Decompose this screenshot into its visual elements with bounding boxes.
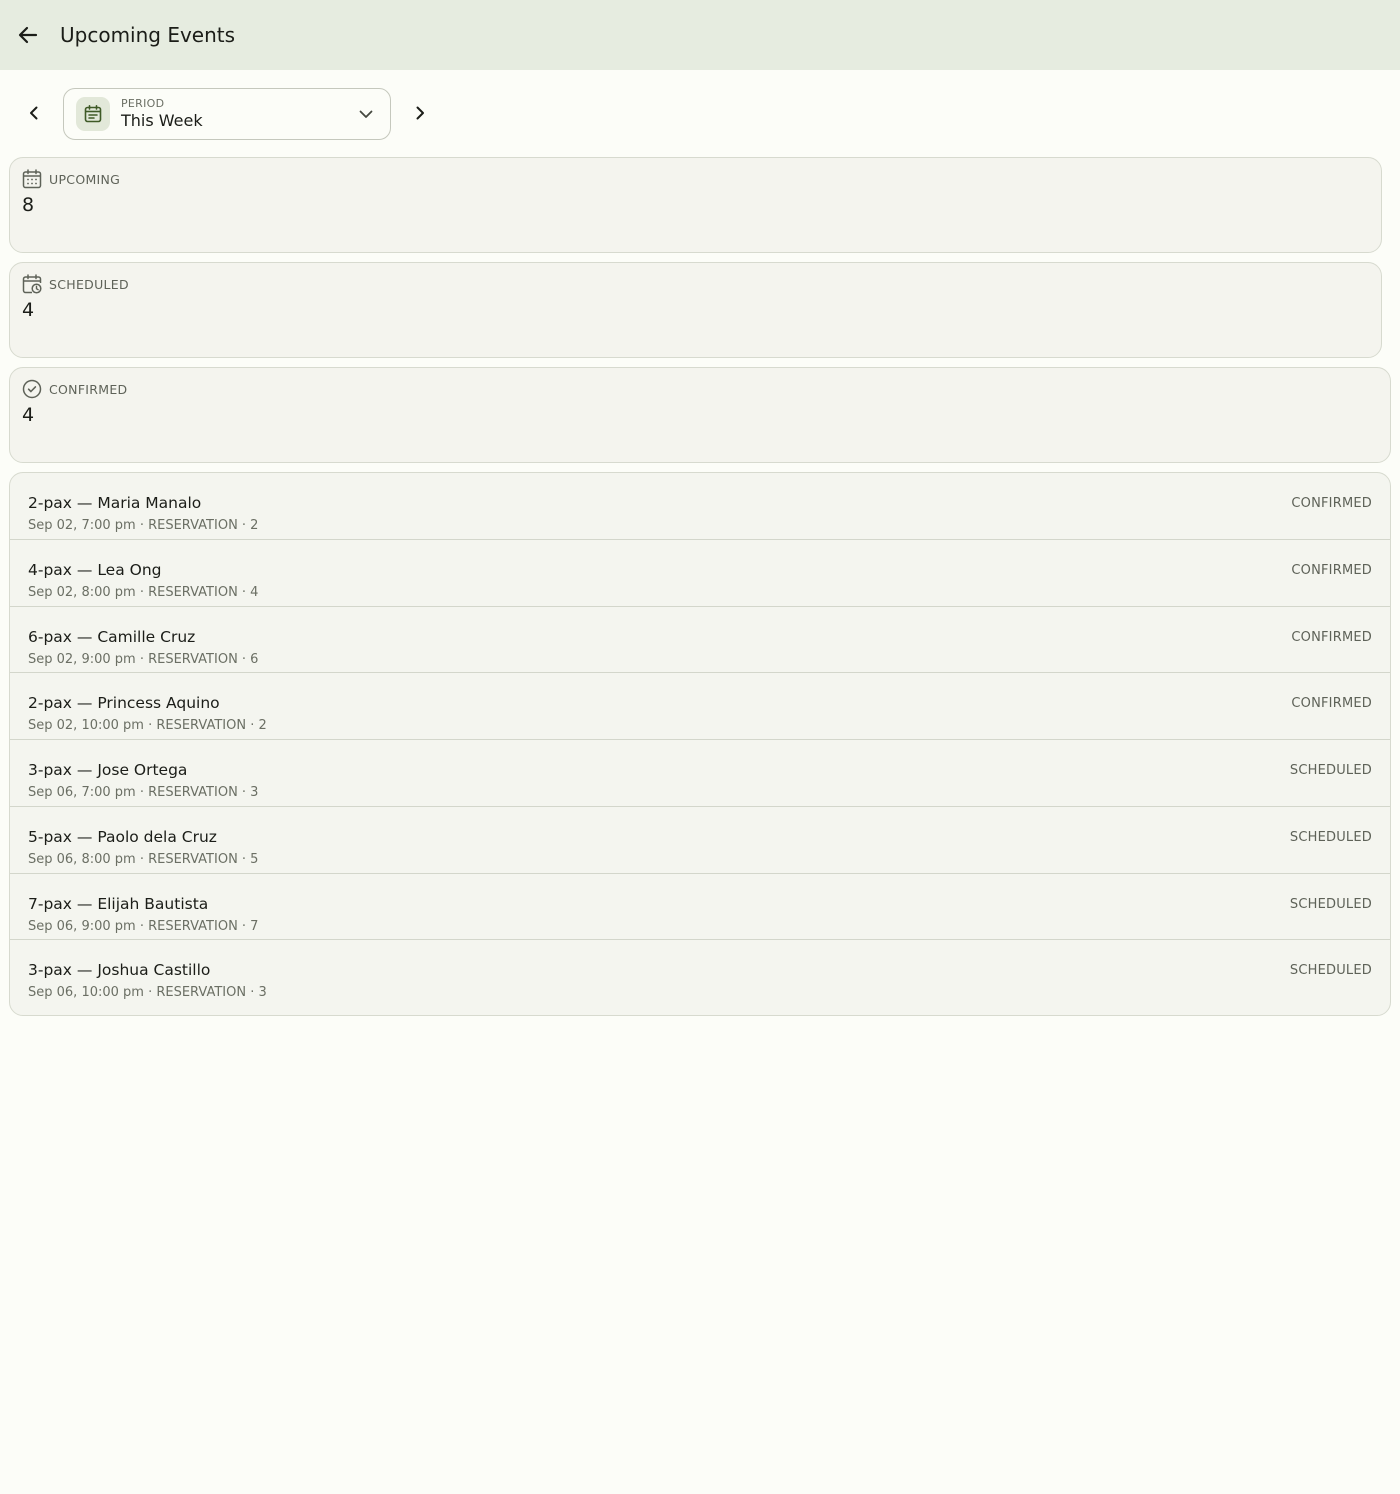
period-label: PERIOD	[121, 97, 165, 110]
event-subtitle: Sep 02, 9:00 pm · RESERVATION · 6	[28, 651, 259, 667]
event-subtitle: Sep 02, 10:00 pm · RESERVATION · 2	[28, 718, 267, 734]
event-title: 7-pax — Elijah Bautista	[28, 894, 209, 913]
events-list: 2-pax — Maria Manalo Sep 02, 7:00 pm · R…	[9, 472, 1391, 1017]
period-selector-row: PERIOD This Week	[0, 70, 1400, 158]
next-period-button[interactable]	[402, 88, 438, 138]
event-subtitle: Sep 06, 8:00 pm · RESERVATION · 5	[28, 851, 259, 867]
previous-period-button[interactable]	[16, 88, 52, 138]
stat-card-upcoming: UPCOMING 8	[9, 157, 1382, 253]
stat-card-scheduled: SCHEDULED 4	[9, 262, 1382, 358]
event-subtitle: Sep 02, 7:00 pm · RESERVATION · 2	[28, 518, 259, 533]
period-value: This Week	[121, 111, 203, 130]
chevron-right-icon	[416, 106, 424, 120]
stat-value: 8	[22, 194, 35, 216]
event-row[interactable]: 2-pax — Princess Aquino Sep 02, 10:00 pm…	[10, 673, 1390, 740]
arrow-left-icon	[18, 26, 38, 44]
app-bar: Upcoming Events	[0, 0, 1400, 70]
event-row[interactable]: 4-pax — Lea Ong Sep 02, 8:00 pm · RESERV…	[10, 540, 1390, 607]
status-badge: CONFIRMED	[1291, 562, 1372, 578]
event-subtitle: Sep 06, 9:00 pm · RESERVATION · 7	[28, 918, 259, 934]
stat-value: 4	[22, 299, 35, 321]
check-circle-icon	[22, 379, 42, 399]
event-row[interactable]: 3-pax — Jose Ortega Sep 06, 7:00 pm · RE…	[10, 740, 1390, 807]
status-badge: CONFIRMED	[1291, 696, 1372, 712]
chevron-left-icon	[30, 106, 38, 120]
chevron-down-icon	[359, 110, 373, 118]
period-icon-badge	[76, 97, 110, 131]
page-title: Upcoming Events	[60, 23, 236, 47]
stat-label: SCHEDULED	[49, 276, 129, 292]
event-row[interactable]: 2-pax — Maria Manalo Sep 02, 7:00 pm · R…	[10, 473, 1390, 540]
event-row[interactable]: 3-pax — Joshua Castillo Sep 06, 10:00 pm…	[10, 940, 1390, 1015]
event-title: 2-pax — Princess Aquino	[28, 694, 220, 713]
event-subtitle: Sep 06, 7:00 pm · RESERVATION · 3	[28, 785, 259, 800]
calendar-list-icon	[84, 104, 102, 123]
event-row[interactable]: 5-pax — Paolo dela Cruz Sep 06, 8:00 pm …	[10, 807, 1390, 874]
back-button[interactable]	[0, 0, 56, 70]
stat-label: CONFIRMED	[49, 381, 128, 397]
event-subtitle: Sep 06, 10:00 pm · RESERVATION · 3	[28, 985, 267, 1001]
event-title: 3-pax — Jose Ortega	[28, 761, 188, 779]
event-title: 3-pax — Joshua Castillo	[28, 961, 211, 980]
stat-card-confirmed: CONFIRMED 4	[9, 367, 1391, 463]
event-title: 4-pax — Lea Ong	[28, 560, 162, 579]
event-subtitle: Sep 02, 8:00 pm · RESERVATION · 4	[28, 584, 259, 600]
status-badge: SCHEDULED	[1289, 763, 1372, 778]
stat-value: 4	[22, 404, 35, 426]
event-row[interactable]: 6-pax — Camille Cruz Sep 02, 9:00 pm · R…	[10, 607, 1390, 674]
event-title: 5-pax — Paolo dela Cruz	[28, 827, 217, 846]
period-dropdown[interactable]: PERIOD This Week	[63, 88, 391, 140]
stat-label: UPCOMING	[49, 171, 121, 187]
calendar-clock-icon	[22, 274, 42, 294]
event-title: 2-pax — Maria Manalo	[28, 494, 202, 512]
event-title: 6-pax — Camille Cruz	[28, 627, 196, 646]
status-badge: CONFIRMED	[1291, 629, 1372, 645]
status-badge: SCHEDULED	[1289, 829, 1372, 845]
calendar-grid-icon	[22, 169, 42, 189]
status-badge: SCHEDULED	[1289, 896, 1372, 912]
event-row[interactable]: 7-pax — Elijah Bautista Sep 06, 9:00 pm …	[10, 874, 1390, 941]
status-badge: SCHEDULED	[1289, 963, 1372, 979]
status-badge: CONFIRMED	[1291, 496, 1372, 511]
